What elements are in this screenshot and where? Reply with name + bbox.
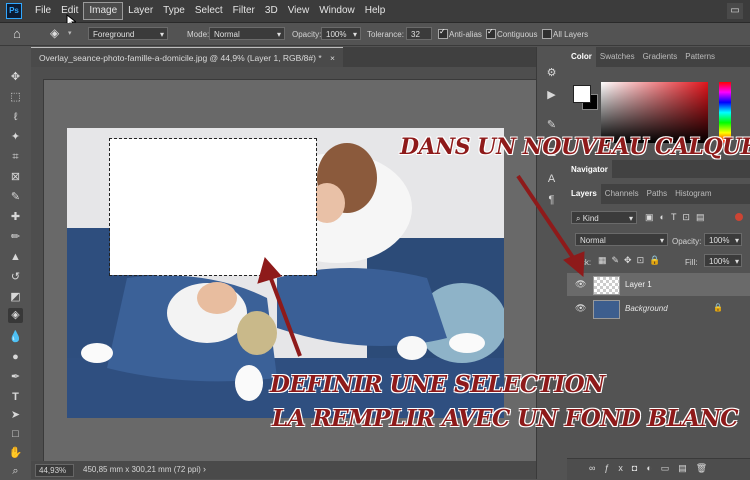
arrow-to-selection-line: [268, 275, 302, 357]
arrow-to-selection-head: [257, 256, 282, 284]
arrow-to-layer-head: [563, 251, 585, 278]
annotation-define-selection: DEFINIR UNE SELECTION: [270, 371, 605, 398]
annotation-fill-white: LA REMPLIR AVEC UN FOND BLANC: [272, 405, 739, 432]
annotation-new-layer: DANS UN NOUVEAU CALQUE: [400, 134, 750, 160]
arrow-to-layer-line: [516, 174, 578, 264]
